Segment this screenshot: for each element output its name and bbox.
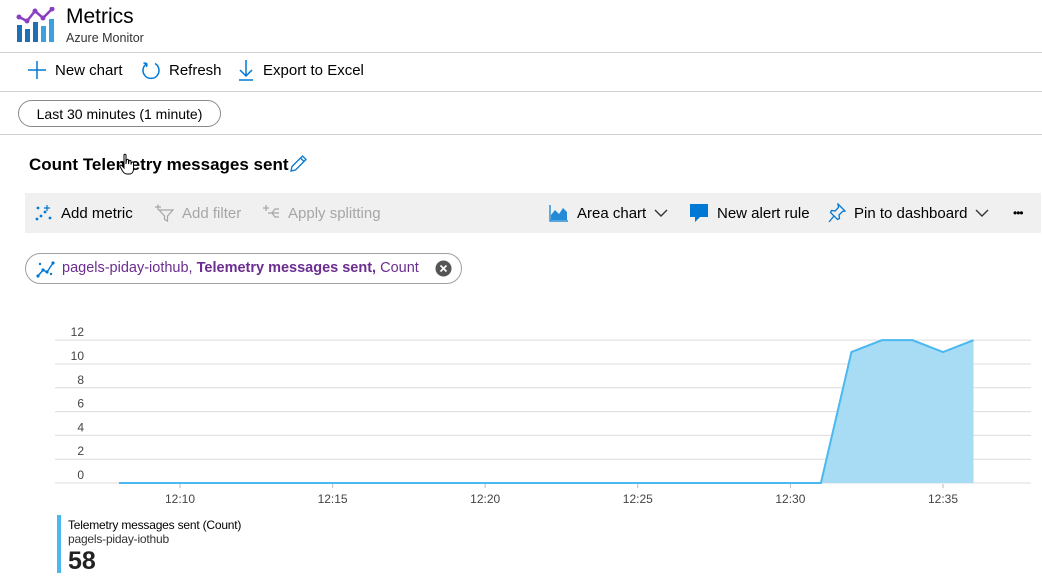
- apply-splitting-button[interactable]: Apply splitting: [262, 193, 381, 233]
- refresh-label: Refresh: [169, 61, 222, 79]
- metric-tag-text: pagels-piday-iothub, Telemetry messages …: [62, 260, 419, 276]
- divider: [0, 52, 1042, 53]
- add-metric-button[interactable]: Add metric: [35, 193, 133, 233]
- legend-total-value: 58: [68, 547, 96, 575]
- refresh-button[interactable]: Refresh: [141, 59, 222, 81]
- metric-icon: [36, 261, 55, 278]
- more-options-button[interactable]: •••: [1013, 193, 1024, 233]
- y-tick-label: 8: [77, 373, 84, 387]
- new-chart-button[interactable]: New chart: [27, 59, 123, 81]
- area-chart-icon: [549, 205, 568, 222]
- time-range-picker[interactable]: Last 30 minutes (1 minute): [18, 100, 221, 127]
- splitting-icon: [263, 205, 279, 218]
- y-tick-label: 0: [77, 468, 84, 482]
- pin-dashboard-dropdown[interactable]: Pin to dashboard: [828, 193, 989, 233]
- pin-dashboard-label: Pin to dashboard: [854, 204, 968, 222]
- x-tick-label: 12:25: [623, 492, 653, 506]
- page-subtitle: Azure Monitor: [66, 31, 144, 45]
- chevron-down-icon: [975, 209, 989, 217]
- y-tick-label: 2: [77, 444, 84, 458]
- metric-tag-resource: pagels-piday-iothub,: [62, 260, 193, 276]
- chevron-down-icon: [654, 209, 668, 217]
- add-filter-label: Add filter: [182, 204, 242, 222]
- filter-icon: [155, 204, 174, 222]
- chart-type-dropdown[interactable]: Area chart: [549, 193, 668, 233]
- y-tick-label: 4: [77, 420, 84, 434]
- export-excel-button[interactable]: Export to Excel: [237, 59, 364, 81]
- legend-series-name: Telemetry messages sent (Count): [68, 518, 242, 532]
- chart-type-label: Area chart: [577, 204, 647, 222]
- add-metric-label: Add metric: [61, 204, 133, 222]
- close-icon[interactable]: [435, 260, 452, 277]
- pencil-icon: [290, 155, 307, 172]
- metrics-logo-icon: [16, 6, 56, 43]
- area-chart: 0 2 4 6 8 10 12 12:10 12:15 12:20 12:25 12:30 12:35: [55, 325, 1031, 506]
- download-icon: [239, 60, 253, 81]
- chart-toolbar: Add metric Add filter Apply splitting Ar…: [25, 193, 1041, 233]
- divider: [0, 91, 1042, 92]
- add-metric-icon: [35, 205, 52, 221]
- refresh-icon: [142, 62, 160, 80]
- y-tick-label: 6: [77, 397, 84, 411]
- edit-title-button[interactable]: [288, 154, 308, 179]
- legend-color-bar: [57, 515, 61, 573]
- metric-tag-metric: Telemetry messages sent,: [196, 260, 377, 276]
- y-tick-label: 12: [71, 325, 85, 339]
- new-chart-label: New chart: [55, 61, 123, 79]
- pin-icon: [828, 203, 846, 223]
- page-title: Metrics: [66, 5, 134, 28]
- metric-tag-aggregation: Count: [380, 260, 419, 276]
- x-tick-label: 12:15: [318, 492, 348, 506]
- y-tick-label: 10: [71, 349, 85, 363]
- legend-resource: pagels-piday-iothub: [68, 532, 169, 546]
- alert-rule-icon: [690, 204, 708, 222]
- x-tick-label: 12:35: [928, 492, 958, 506]
- export-excel-label: Export to Excel: [263, 61, 364, 79]
- new-alert-rule-label: New alert rule: [717, 204, 810, 222]
- chart-title[interactable]: Count Telemetry messages sent: [29, 155, 289, 175]
- apply-splitting-label: Apply splitting: [288, 204, 381, 222]
- x-tick-label: 12:10: [165, 492, 195, 506]
- metric-tag[interactable]: pagels-piday-iothub, Telemetry messages …: [25, 253, 462, 284]
- new-alert-rule-button[interactable]: New alert rule: [689, 193, 810, 233]
- plus-icon: [28, 61, 46, 79]
- x-tick-label: 12:20: [470, 492, 500, 506]
- hand-cursor-icon: [118, 153, 138, 182]
- divider: [0, 134, 1042, 135]
- x-tick-label: 12:30: [775, 492, 805, 506]
- add-filter-button[interactable]: Add filter: [154, 193, 241, 233]
